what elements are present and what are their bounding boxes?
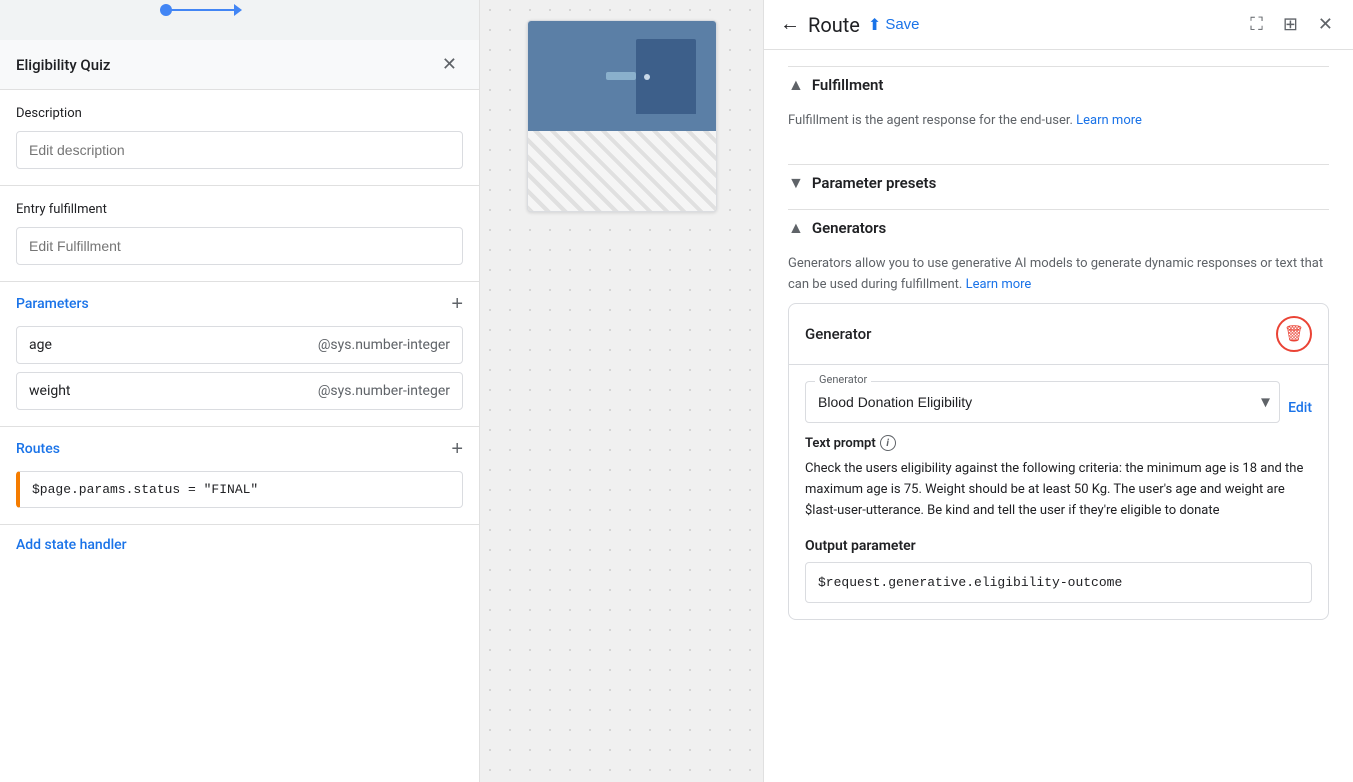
fulfillment-desc: Fulfillment is the agent response for th… [788, 111, 1329, 132]
right-panel: ← Route ⬆ Save ⛶ ⊞ ✕ ▲ Fulfillment Fulfi… [763, 0, 1353, 782]
prompt-text: Check the users eligibility against the … [805, 459, 1312, 521]
generator-dropdown[interactable]: Blood Donation Eligibility [805, 381, 1280, 423]
presets-title: Parameter presets [812, 174, 936, 192]
panel-header: Eligibility Quiz ✕ [0, 40, 479, 90]
save-button[interactable]: ⬆ Save [868, 15, 920, 35]
param-type-weight: @sys.number-integer [318, 383, 450, 399]
save-icon: ⬆ [868, 15, 881, 35]
generators-desc: Generators allow you to use generative A… [788, 254, 1329, 296]
canvas-knob [644, 74, 650, 80]
generator-dropdown-wrapper: Generator Blood Donation Eligibility ▾ [805, 381, 1280, 423]
output-param-input[interactable] [805, 562, 1312, 603]
entry-fulfillment-label: Entry fulfillment [16, 202, 463, 217]
param-row-weight: weight @sys.number-integer [16, 372, 463, 410]
edit-generator-link[interactable]: Edit [1288, 400, 1312, 416]
generators-collapse-icon: ▲ [788, 218, 804, 238]
param-name-weight: weight [29, 383, 318, 399]
generators-header[interactable]: ▲ Generators [788, 209, 1329, 246]
add-parameter-button[interactable]: + [451, 294, 463, 314]
generators-section: ▲ Generators Generators allow you to use… [788, 209, 1329, 636]
close-right-button[interactable]: ✕ [1314, 10, 1337, 39]
canvas-node [527, 20, 717, 212]
fulfillment-title: Fulfillment [812, 76, 884, 94]
generators-title: Generators [812, 219, 886, 237]
close-button[interactable]: ✕ [436, 52, 463, 77]
flow-canvas [0, 0, 479, 40]
panel-title: Eligibility Quiz [16, 56, 110, 74]
generator-card: Generator 🗑 Generator Blood Donation Eli… [788, 303, 1329, 619]
canvas-node-bottom [528, 131, 716, 211]
canvas-node-visual [528, 21, 716, 131]
routes-header: Routes + [0, 427, 479, 467]
presets-collapse-icon: ▼ [788, 173, 804, 193]
expand-button[interactable]: ⛶ [1246, 10, 1267, 39]
right-header-left: ← Route ⬆ Save [780, 13, 920, 37]
description-label: Description [16, 106, 463, 121]
trash-icon: 🗑 [1284, 324, 1304, 344]
routes-label: Routes [16, 441, 60, 457]
route-row-0[interactable]: $page.params.status = "FINAL" [16, 471, 463, 508]
fulfillment-collapse-icon: ▲ [788, 75, 804, 95]
canvas-handle [606, 72, 636, 80]
add-route-button[interactable]: + [451, 439, 463, 459]
fulfillment-learn-more[interactable]: Learn more [1076, 113, 1142, 128]
fulfillment-body: Fulfillment is the agent response for th… [788, 103, 1329, 156]
grid-button[interactable]: ⊞ [1279, 10, 1302, 39]
left-panel: Eligibility Quiz ✕ Description Entry ful… [0, 0, 480, 782]
entry-fulfillment-section: Entry fulfillment [0, 186, 479, 281]
route-condition-0: $page.params.status = "FINAL" [32, 482, 258, 497]
generator-dropdown-label: Generator [815, 373, 871, 386]
param-name-age: age [29, 337, 318, 353]
parameter-presets-section: ▼ Parameter presets [788, 164, 1329, 201]
info-icon: i [880, 435, 896, 451]
parameters-label: Parameters [16, 296, 89, 312]
parameters-header: Parameters + [0, 282, 479, 322]
generator-card-header: Generator 🗑 [789, 304, 1328, 365]
generator-card-body: Generator Blood Donation Eligibility ▾ E… [789, 365, 1328, 618]
text-prompt-label: Text prompt i [805, 435, 1312, 451]
canvas-door [636, 39, 696, 114]
back-button[interactable]: ← [780, 13, 800, 36]
right-header-actions: ⛶ ⊞ ✕ [1246, 10, 1337, 39]
add-state-handler[interactable]: Add state handler [0, 525, 479, 565]
right-header: ← Route ⬆ Save ⛶ ⊞ ✕ [764, 0, 1353, 50]
save-label: Save [885, 16, 919, 33]
right-content: ▲ Fulfillment Fulfillment is the agent r… [764, 50, 1353, 660]
delete-generator-button[interactable]: 🗑 [1276, 316, 1312, 352]
fulfillment-header[interactable]: ▲ Fulfillment [788, 66, 1329, 103]
generators-body: Generators allow you to use generative A… [788, 246, 1329, 636]
generator-dropdown-row: Generator Blood Donation Eligibility ▾ E… [805, 381, 1312, 435]
generators-learn-more[interactable]: Learn more [966, 277, 1032, 292]
generator-card-title: Generator [805, 325, 871, 343]
output-param-label: Output parameter [805, 538, 1312, 554]
middle-canvas [480, 0, 763, 782]
flow-arrow [234, 4, 242, 16]
flow-line [166, 9, 236, 11]
fulfillment-section: ▲ Fulfillment Fulfillment is the agent r… [788, 66, 1329, 156]
entry-fulfillment-input[interactable] [16, 227, 463, 265]
param-type-age: @sys.number-integer [318, 337, 450, 353]
param-row-age: age @sys.number-integer [16, 326, 463, 364]
description-input[interactable] [16, 131, 463, 169]
parameter-presets-header[interactable]: ▼ Parameter presets [788, 164, 1329, 201]
description-section: Description [0, 90, 479, 185]
route-title: Route [808, 13, 860, 37]
